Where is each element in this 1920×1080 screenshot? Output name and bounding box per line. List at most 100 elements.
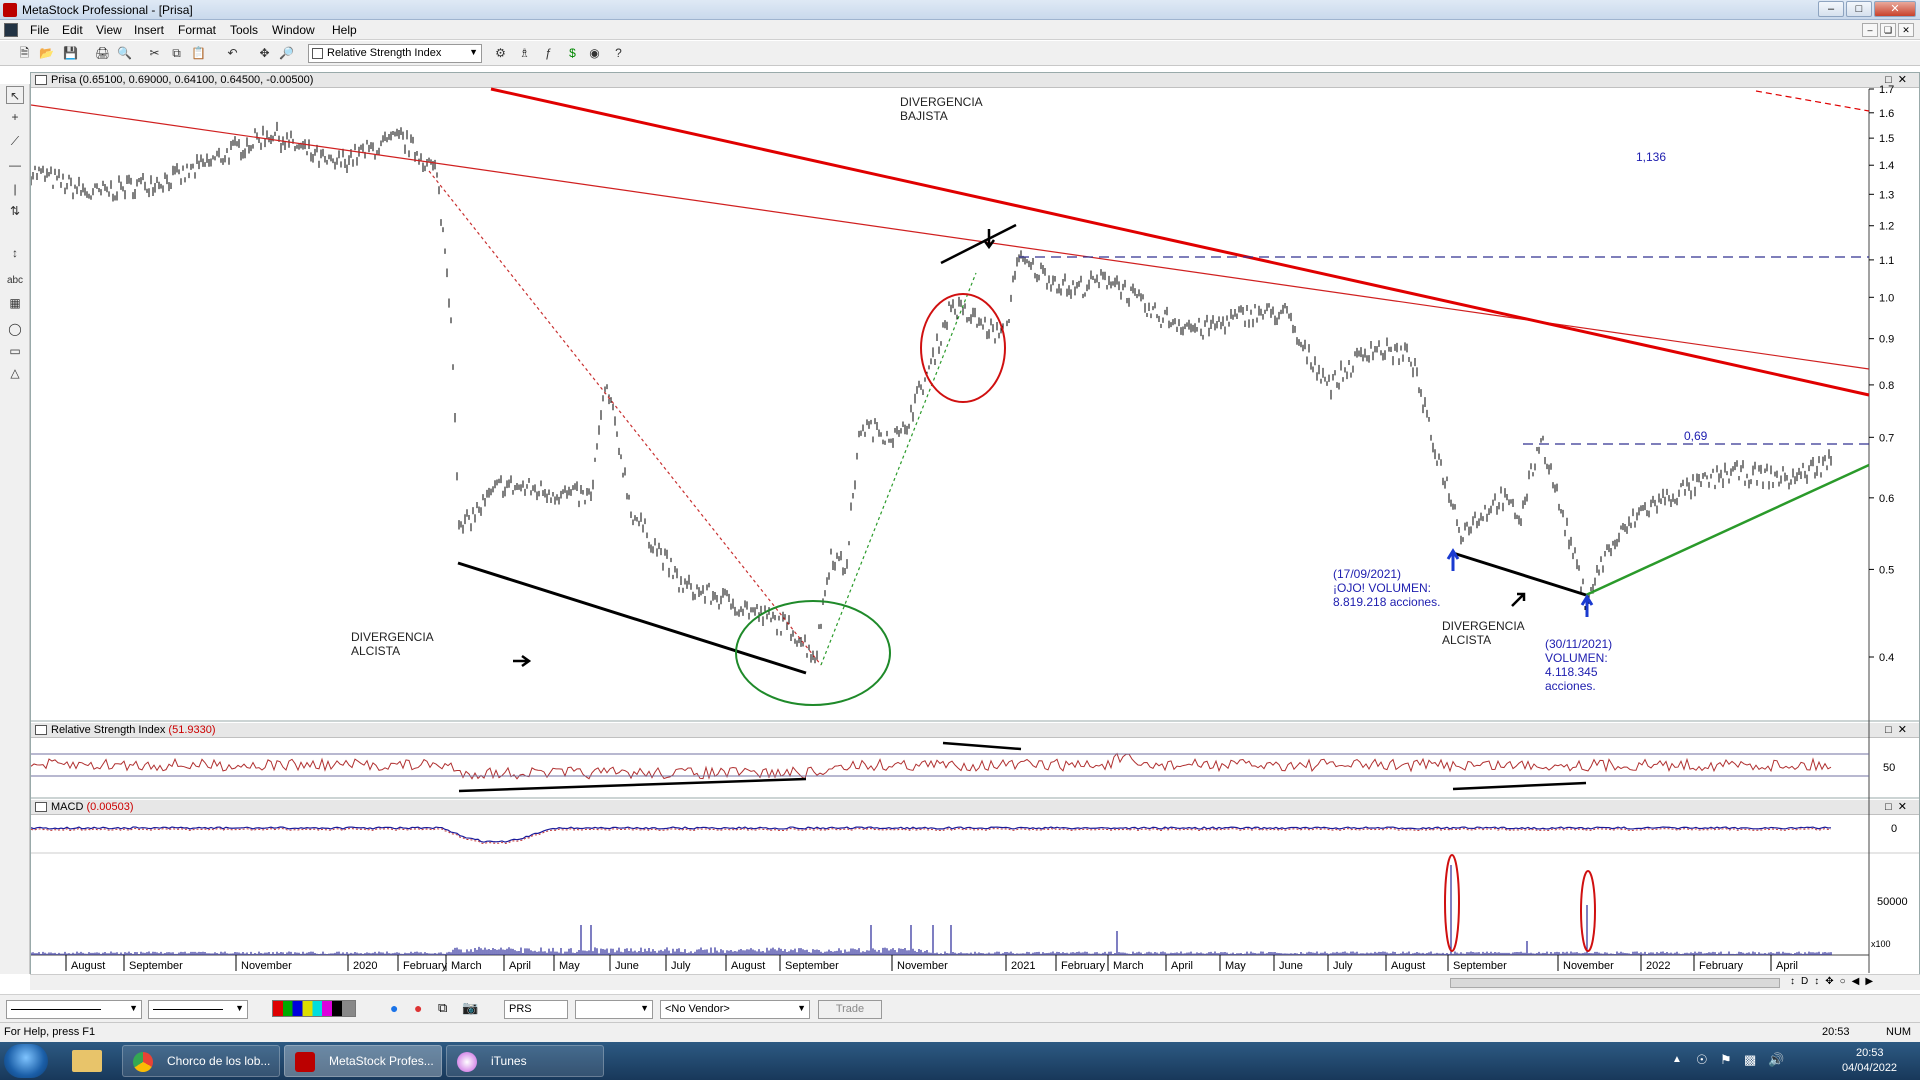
expert-icon[interactable]: ⚙ [492,45,509,62]
x-tick-label: 2022 [1646,960,1670,972]
vol-note-2-line-1: (30/11/2021) [1545,637,1612,651]
close-button[interactable]: ✕ [1874,1,1916,17]
horizontal-line-tool-icon[interactable]: — [6,156,24,174]
macd-signal-line [31,827,1832,845]
title-bar: MetaStock Professional - [Prisa] – □ ✕ [0,0,1920,20]
tray-signal-icon[interactable]: ▩ [1744,1052,1756,1068]
y-tick-label: 1.3 [1879,189,1894,201]
scroll-nav-icons[interactable]: ↕D↕✥○◀▶ [1790,976,1879,987]
undo-icon[interactable]: ↶ [224,45,241,62]
menu-window[interactable]: Window [272,23,315,37]
menu-format[interactable]: Format [178,23,216,37]
x-tick-label: July [671,960,691,972]
tray-volume-icon[interactable]: 🔊 [1768,1052,1784,1068]
taskbar-app-chrome[interactable]: Chorco de los lob... [122,1045,280,1077]
document-icon[interactable] [4,23,18,37]
line-style-select[interactable]: ▼ [6,1000,142,1019]
ellipse-tool-icon[interactable]: ◯ [6,320,24,338]
mdi-minimize-button[interactable]: – [1862,23,1878,37]
taskbar-app-metastock[interactable]: MetaStock Profes... [284,1045,442,1077]
start-button[interactable] [4,1044,48,1078]
collapse-tools-icon[interactable]: ↕ [6,244,24,262]
explorer-icon[interactable]: ♗ [516,45,533,62]
x-tick-label: August [731,960,765,972]
vendor-select[interactable]: <No Vendor> ▼ [660,1000,810,1019]
tray-flag-icon[interactable]: ⚑ [1720,1052,1732,1068]
status-bar: For Help, press F1 20:53 NUM [0,1022,1920,1042]
crosshair-tool-icon[interactable]: + [6,108,24,126]
trade-button[interactable]: Trade [818,1000,882,1019]
x-axis: August September November 2020 February March… [65,955,1798,972]
maximize-button[interactable]: □ [1846,1,1872,17]
formula-icon[interactable]: ƒ [540,45,557,62]
menu-view[interactable]: View [96,23,122,37]
tray-clock-time[interactable]: 20:53 [1856,1047,1884,1059]
menu-insert[interactable]: Insert [134,23,164,37]
taskbar-app-metastock-label: MetaStock Profes... [329,1054,434,1068]
rectangle-tool-icon[interactable]: ▭ [6,342,24,360]
pointer-tool-icon[interactable]: ↖ [6,86,24,104]
copy-icon[interactable]: ⧉ [168,45,185,62]
tray-network-icon[interactable]: ☉ [1696,1052,1708,1068]
save-icon[interactable]: 💾 [62,45,79,62]
x-tick-label: May [1225,960,1246,972]
tray-expand-icon[interactable]: ▲ [1672,1054,1682,1065]
rsi-divergence-line-1 [458,777,807,793]
cycle-tool-icon[interactable]: ⇅ [6,202,24,220]
cut-icon[interactable]: ✂ [146,45,163,62]
div-alcista-1-label-1: DIVERGENCIA [351,630,434,644]
volume-highlight-2 [1580,870,1596,952]
snapshot-icon[interactable]: 📷 [462,1000,478,1016]
minimize-button[interactable]: – [1818,1,1844,17]
triangle-tool-icon[interactable]: △ [6,364,24,382]
chrome-icon-2[interactable]: ● [414,1000,422,1016]
color-palette-icon[interactable] [272,1000,356,1017]
symbol-field[interactable]: PRS [504,1000,568,1019]
new-icon[interactable]: 🗎 [16,45,33,62]
grid-tool-icon[interactable]: ▦ [6,294,24,312]
y-tick-label: 0.4 [1879,652,1894,664]
taskbar: Chorco de los lob... MetaStock Profes...… [0,1042,1920,1080]
mdi-close-button[interactable]: ✕ [1898,23,1914,37]
binoculars-icon[interactable]: ◉ [586,45,603,62]
window-title: MetaStock Professional - [Prisa] [22,3,193,17]
chevron-down-icon: ▼ [640,1003,649,1013]
system-tester-icon[interactable]: $ [564,45,581,62]
print-preview-icon[interactable]: 🔍 [116,45,133,62]
move-icon[interactable]: ✥ [256,45,273,62]
menu-tools[interactable]: Tools [230,23,258,37]
menu-file[interactable]: File [30,23,49,37]
horizontal-scrollbar[interactable]: ↕D↕✥○◀▶ [30,974,1920,990]
blue-arrow-up-icon [1446,548,1460,571]
chrome-icon[interactable]: ● [390,1000,398,1016]
explorer-folder-icon[interactable] [72,1050,102,1072]
taskbar-app-itunes-label: iTunes [491,1054,527,1068]
zoom-icon[interactable]: 🔎 [278,45,295,62]
periodicity-select[interactable]: ▼ [575,1000,653,1019]
main-toolbar: 🗎 📂 💾 🖨 🔍 ✂ ⧉ 📋 ↶ ✥ 🔎 Relative Strength … [0,41,1920,66]
taskbar-app-itunes[interactable]: iTunes [446,1045,604,1077]
line-weight-select[interactable]: ▼ [148,1000,248,1019]
print-icon[interactable]: 🖨 [94,45,111,62]
indicator-select[interactable]: Relative Strength Index ▼ [308,44,482,63]
price-y-axis: 1.7 1.6 1.5 1.4 1.3 1.2 1.1 1.0 0.9 0.8 0.7 0.6 0.5 0… [1869,84,1894,664]
itunes-icon [457,1052,477,1072]
menu-help[interactable]: Help [332,23,357,37]
tray-clock-date[interactable]: 04/04/2022 [1842,1062,1897,1074]
export-icon[interactable]: ⧉ [438,1000,447,1016]
paste-icon[interactable]: 📋 [190,45,207,62]
menu-edit[interactable]: Edit [62,23,83,37]
mdi-restore-button[interactable]: ❏ [1880,23,1896,37]
chart-canvas[interactable]: 1.7 1.6 1.5 1.4 1.3 1.2 1.1 1.0 0.9 0.8 0.7 0.6 0.5 0… [31,73,1919,975]
vol-note-1-line-3: 8.819.218 acciones. [1333,595,1440,609]
vendor-select-value: <No Vendor> [665,1003,730,1015]
open-icon[interactable]: 📂 [38,45,55,62]
trendline-tool-icon[interactable]: ⟋ [6,132,24,150]
rsi-divergence-line-3 [1452,781,1587,791]
scroll-thumb[interactable] [1450,978,1780,988]
context-help-icon[interactable]: ? [610,45,627,62]
vertical-line-tool-icon[interactable]: | [6,180,24,198]
status-num: NUM [1886,1026,1912,1038]
dotted-red-diagonal [428,170,822,666]
text-tool-icon[interactable]: abc [6,272,24,290]
